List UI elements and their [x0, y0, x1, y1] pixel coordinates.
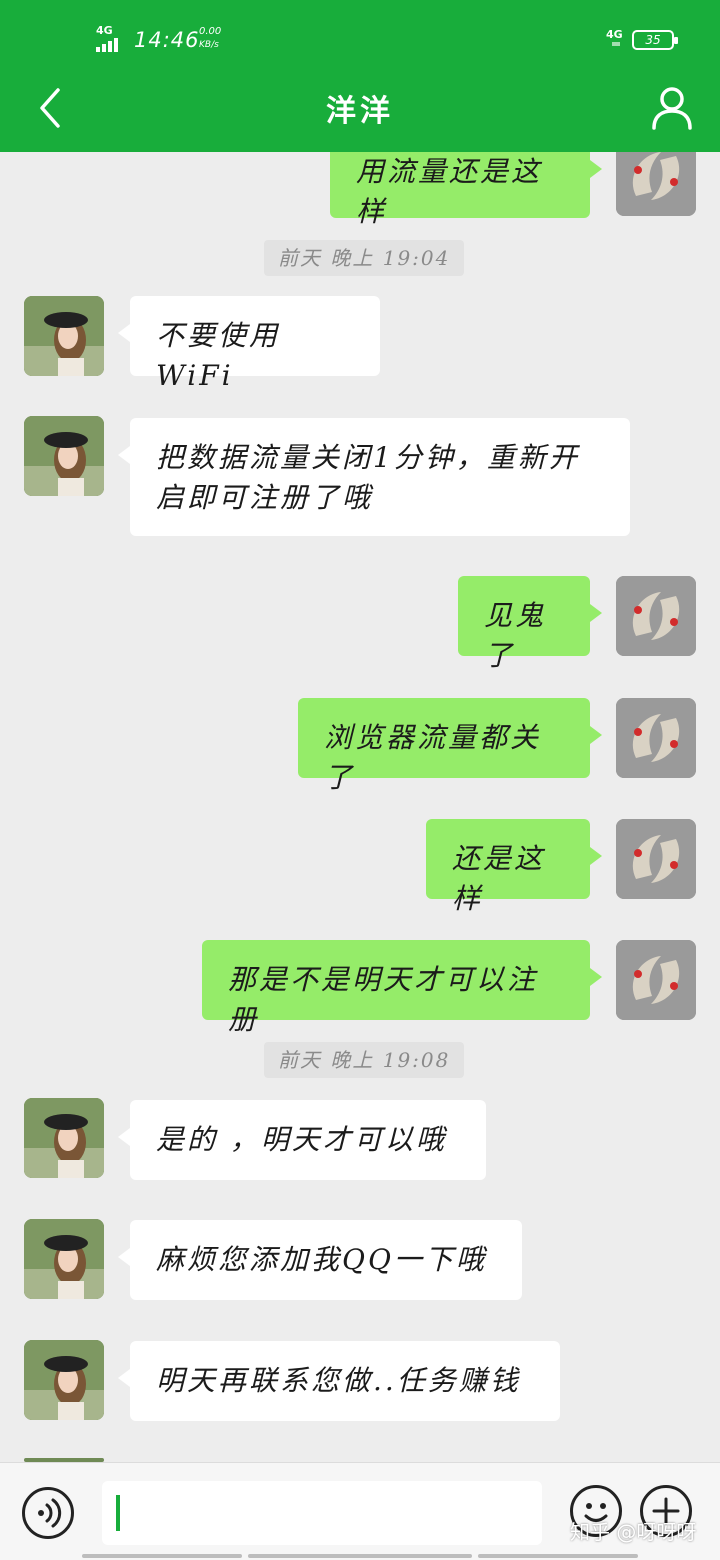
message-text: 用流量还是这样	[356, 155, 543, 228]
message-bubble-incoming[interactable]: 是的 ，明天才可以哦	[118, 1100, 486, 1180]
message-bubble-outgoing[interactable]: 还是这样	[426, 819, 602, 915]
message-input[interactable]	[102, 1481, 542, 1545]
message-bubble-incoming[interactable]: 明天再联系您做..任务赚钱	[118, 1341, 560, 1421]
signal-indicator-icon	[612, 42, 620, 46]
message-text: 麻烦您添加我QQ一下哦	[156, 1243, 487, 1276]
message-text: 不要使用WiFi	[156, 319, 281, 392]
my-avatar[interactable]	[616, 819, 696, 899]
chat-header: 4G 14:46 0.00 KB/s 4G 35 洋洋	[0, 0, 720, 152]
message-text: 还是这样	[452, 842, 546, 915]
koi-avatar-icon	[616, 940, 696, 1020]
koi-avatar-icon	[616, 698, 696, 778]
contact-avatar[interactable]	[24, 1098, 104, 1178]
contact-avatar[interactable]	[24, 296, 104, 376]
message-text: 把数据流量关闭1分钟，重新开启即可注册了哦	[156, 441, 580, 514]
person-icon	[652, 87, 692, 130]
text-cursor	[116, 1495, 120, 1531]
nav-bar-segment	[82, 1554, 242, 1558]
my-avatar[interactable]	[616, 152, 696, 216]
message-bubble-outgoing[interactable]: 见鬼了	[458, 576, 602, 672]
message-bubble-outgoing[interactable]: 浏览器流量都关了	[298, 698, 602, 794]
message-bubble-incoming[interactable]: 麻烦您添加我QQ一下哦	[118, 1220, 522, 1300]
contact-avatar[interactable]	[24, 416, 104, 496]
net-speed-unit: KB/s	[199, 40, 219, 50]
my-avatar[interactable]	[616, 576, 696, 656]
input-bar	[0, 1462, 720, 1560]
nav-bar-segment	[478, 1554, 638, 1558]
message-bubble-outgoing[interactable]: 那是不是明天才可以注册	[202, 940, 602, 1036]
net-speed-value: 0.00	[199, 26, 222, 37]
network-type-left: 4G	[96, 24, 113, 37]
message-text: 那是不是明天才可以注册	[228, 963, 539, 1036]
message-text: 明天再联系您做..任务赚钱	[156, 1364, 521, 1397]
chat-title: 洋洋	[326, 94, 394, 129]
message-bubble-incoming[interactable]: 不要使用WiFi	[118, 296, 380, 392]
message-text: 见鬼了	[484, 599, 547, 672]
koi-avatar-icon	[616, 819, 696, 899]
voice-button[interactable]	[22, 1487, 74, 1539]
message-text: 浏览器流量都关了	[324, 721, 542, 794]
battery-level: 35	[645, 33, 661, 47]
my-avatar[interactable]	[616, 940, 696, 1020]
contact-photo-icon	[24, 1098, 104, 1178]
koi-avatar-icon	[616, 576, 696, 656]
contact-photo-icon	[24, 1340, 104, 1420]
contact-photo-icon	[24, 416, 104, 496]
voice-icon	[38, 1498, 62, 1528]
contact-photo-icon	[24, 1219, 104, 1299]
signal-bars-icon	[96, 38, 124, 52]
my-avatar[interactable]	[616, 698, 696, 778]
profile-button[interactable]	[648, 86, 696, 130]
clock: 14:46	[134, 28, 200, 52]
timestamp: 前天 晚上 19:08	[264, 1042, 465, 1078]
watermark: 知乎 @呀呀呀	[570, 1520, 697, 1544]
contact-avatar[interactable]	[24, 1219, 104, 1299]
battery-icon: 35	[632, 30, 678, 50]
nav-bar-segment	[248, 1554, 472, 1558]
timestamp: 前天 晚上 19:04	[264, 240, 465, 276]
contact-avatar[interactable]	[24, 1340, 104, 1420]
message-bubble-incoming[interactable]: 把数据流量关闭1分钟，重新开启即可注册了哦	[118, 418, 630, 536]
status-bar: 4G 14:46 0.00 KB/s 4G 35	[0, 22, 720, 62]
message-list[interactable]: 用流量还是这样 前天 晚上 19:04 不要使用WiFi 把数据流量关闭1分钟，…	[0, 152, 720, 1462]
contact-photo-icon	[24, 296, 104, 376]
message-text: 是的 ，明天才可以哦	[156, 1123, 447, 1156]
koi-avatar-icon	[616, 152, 696, 216]
network-type-right: 4G	[606, 28, 623, 41]
message-bubble-outgoing[interactable]: 用流量还是这样	[330, 152, 602, 228]
